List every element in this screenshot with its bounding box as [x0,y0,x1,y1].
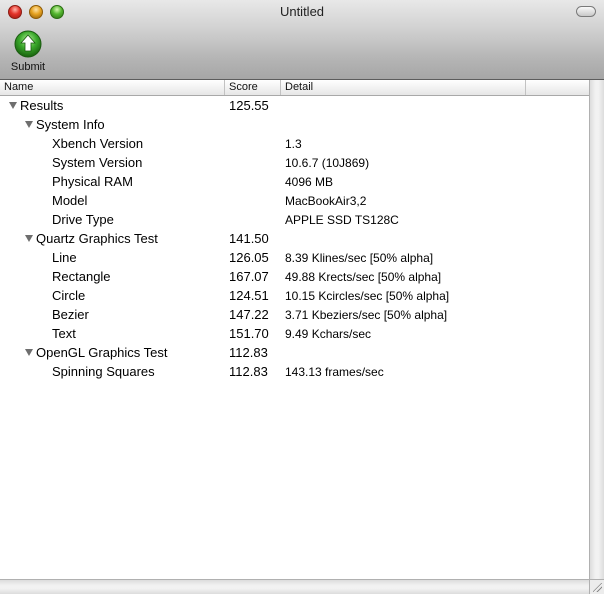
outline-header: Name Score Detail [0,80,589,96]
row-detail: 3.71 Kbeziers/sec [50% alpha] [285,308,448,322]
submit-label: Submit [10,61,46,73]
outline-group-row[interactable]: Results 125.55 [0,96,589,115]
row-detail: 8.39 Klines/sec [50% alpha] [285,251,434,265]
submit-button[interactable]: Submit [6,30,50,76]
column-header-score[interactable]: Score [225,80,281,95]
outline-row[interactable]: Rectangle 167.07 49.88 Krects/sec [50% alp… [0,267,589,286]
row-detail: 10.6.7 (10J869) [285,156,370,170]
outline-row[interactable]: Bezier 147.22 3.71 Kbeziers/sec [50% alpha… [0,305,589,324]
row-name: Physical RAM [52,174,133,189]
row-detail: 143.13 frames/sec [285,365,384,379]
xbench-window: Untitled Submit Name Score Detail Result… [0,0,604,594]
title-toolbar: Untitled Submit [0,0,604,80]
disclosure-triangle-icon[interactable] [25,121,33,128]
outline-group-row[interactable]: OpenGL Graphics Test 112.83 [0,343,589,362]
row-name: Xbench Version [52,136,144,151]
resize-corner[interactable] [589,579,604,594]
toolbar-toggle-button[interactable] [576,6,596,17]
row-name: System Info [36,117,105,132]
row-name: Text [52,326,76,341]
column-header-extra[interactable] [526,80,589,95]
disclosure-triangle-icon[interactable] [25,349,33,356]
row-name: Rectangle [52,269,111,284]
outline-row[interactable]: Model MacBookAir3,2 [0,191,589,210]
outline-row[interactable]: Line 126.05 8.39 Klines/sec [50% alpha] [0,248,589,267]
row-name: OpenGL Graphics Test [36,345,168,360]
green-up-arrow-icon [14,30,42,58]
outline-row[interactable]: Physical RAM 4096 MB [0,172,589,191]
row-detail: MacBookAir3,2 [285,194,367,208]
disclosure-triangle-icon[interactable] [9,102,17,109]
row-name: Line [52,250,77,265]
row-score: 151.70 [229,326,269,341]
row-detail: 49.88 Krects/sec [50% alpha] [285,270,442,284]
window-title: Untitled [279,4,325,19]
row-score: 167.07 [229,269,269,284]
horizontal-scrollbar[interactable] [0,579,589,594]
row-name: Drive Type [52,212,114,227]
row-score: 126.05 [229,250,269,265]
row-detail: 10.15 Kcircles/sec [50% alpha] [285,289,450,303]
outline-row[interactable]: Xbench Version 1.3 [0,134,589,153]
vertical-scrollbar[interactable] [589,80,604,579]
row-score: 112.83 [229,364,268,379]
outline-group-row[interactable]: Quartz Graphics Test 141.50 [0,229,589,248]
column-header-name[interactable]: Name [0,80,225,95]
row-name: Model [52,193,88,208]
outline-row[interactable]: Circle 124.51 10.15 Kcircles/sec [50% alph… [0,286,589,305]
row-score: 112.83 [229,345,268,360]
outline-row[interactable]: System Version 10.6.7 (10J869) [0,153,589,172]
row-name: Results [20,98,64,113]
results-outline: Results 125.55 System Info Xbench Version 1.… [0,96,589,381]
disclosure-triangle-icon[interactable] [25,235,33,242]
row-detail: APPLE SSD TS128C [285,213,399,227]
resize-grip-icon [593,583,602,592]
outline-row[interactable]: Spinning Squares 112.83 143.13 frames/sec [0,362,589,381]
outline-row[interactable]: Text 151.70 9.49 Kchars/sec [0,324,589,343]
row-name: System Version [52,155,143,170]
row-score: 141.50 [229,231,269,246]
row-name: Quartz Graphics Test [36,231,158,246]
row-score: 125.55 [229,98,269,113]
row-score: 147.22 [229,307,269,322]
column-header-detail[interactable]: Detail [281,80,526,95]
row-name: Spinning Squares [52,364,155,379]
row-detail: 9.49 Kchars/sec [285,327,372,341]
row-detail: 1.3 [285,137,302,151]
outline-group-row[interactable]: System Info [0,115,589,134]
row-detail: 4096 MB [285,175,334,189]
outline-row[interactable]: Drive Type APPLE SSD TS128C [0,210,589,229]
row-name: Bezier [52,307,89,322]
row-name: Circle [52,288,86,303]
row-score: 124.51 [229,288,269,303]
